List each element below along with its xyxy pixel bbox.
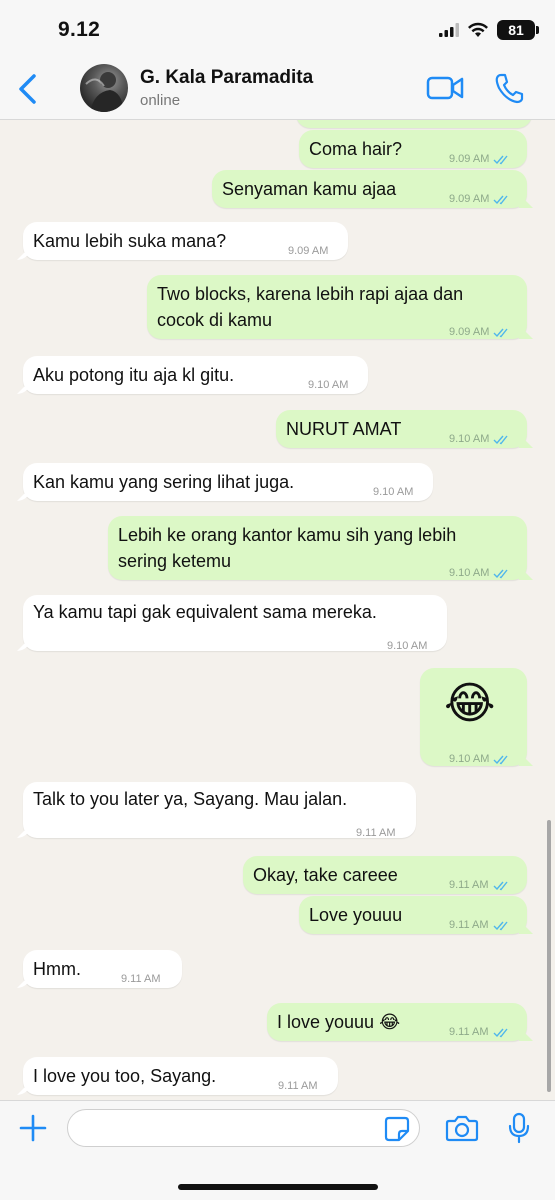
message-bubble-incoming[interactable]: Kamu lebih suka mana? 9.09 AM <box>23 222 348 260</box>
message-meta: 9.09 AM <box>288 238 328 264</box>
double-check-icon <box>493 881 508 890</box>
message-meta: 9.09 AM <box>449 146 511 172</box>
message-meta: 9.10 AM <box>308 372 348 398</box>
message-meta: 9.11 AM <box>449 1019 511 1045</box>
contact-name[interactable]: G. Kala Paramadita <box>140 67 313 89</box>
message-bubble-incoming[interactable]: Aku potong itu aja kl gitu. 9.10 AM <box>23 356 368 394</box>
status-time: 9.12 <box>58 18 101 41</box>
message-text: Talk to you later ya, Sayang. Mau jalan. <box>33 789 348 809</box>
avatar-photo <box>85 72 124 112</box>
message-meta: 9.11 AM <box>449 872 511 898</box>
home-indicator <box>178 1184 378 1190</box>
message-text: Senyaman kamu ajaa <box>222 179 397 199</box>
message-bubble-incoming[interactable]: Talk to you later ya, Sayang. Mau jalan.… <box>23 782 416 839</box>
message-meta: 9.11 AM <box>278 1073 318 1099</box>
message-bubble-outgoing[interactable]: I love youuu 😂 9.11 AM <box>267 1003 527 1041</box>
message-bubble-outgoing[interactable]: NURUT AMAT 9.10 AM <box>276 410 527 448</box>
message-text: I love youuu 😂 <box>277 1012 401 1032</box>
double-check-icon <box>493 435 508 444</box>
message-text: Hmm. <box>33 959 81 979</box>
double-check-icon <box>493 1028 508 1037</box>
double-check-icon <box>493 569 508 578</box>
chat-header: G. Kala Paramadita online <box>0 58 555 120</box>
wifi-icon <box>468 22 488 37</box>
video-camera-icon[interactable] <box>426 75 464 101</box>
message-bubble-outgoing[interactable]: Love youuu 9.11 AM <box>299 896 527 934</box>
message-time: 9.11 AM <box>278 1080 318 1092</box>
message-time: 9.11 AM <box>449 879 489 891</box>
contact-status: online <box>140 92 181 109</box>
message-bubble-outgoing[interactable]: Two blocks, karena lebih rapi ajaa dan c… <box>147 275 527 339</box>
double-check-icon <box>493 195 508 204</box>
status-icons: 81 <box>439 20 539 40</box>
message-meta: 9.10 AM <box>449 746 511 772</box>
double-check-icon <box>493 755 508 764</box>
message-bubble-incoming[interactable]: Hmm. 9.11 AM <box>23 950 182 988</box>
message-meta: 9.11 AM <box>356 820 396 846</box>
message-text: Love youuu <box>309 905 403 925</box>
message-bubble-incoming[interactable]: Kan kamu yang sering lihat juga. 9.10 AM <box>23 463 433 501</box>
message-text: Okay, take careee <box>253 865 398 885</box>
message-time: 9.10 AM <box>373 486 414 498</box>
message-text: Kamu lebih suka mana? <box>33 231 227 251</box>
message-meta: 9.11 AM <box>121 966 161 992</box>
message-bubble-partial[interactable] <box>296 120 532 128</box>
message-text: I love you too, Sayang. <box>33 1066 217 1086</box>
message-time: 9.09 AM <box>449 193 490 205</box>
battery-icon: 81 <box>497 20 539 40</box>
message-text: 😂 <box>444 679 496 728</box>
message-text: Aku potong itu aja kl gitu. <box>33 365 235 385</box>
microphone-icon[interactable] <box>508 1112 530 1144</box>
message-text: Kan kamu yang sering lihat juga. <box>33 472 295 492</box>
message-meta: 9.10 AM <box>449 560 511 586</box>
message-time: 9.10 AM <box>449 753 490 765</box>
message-time: 9.09 AM <box>449 153 490 165</box>
chevron-left-icon[interactable] <box>14 72 42 106</box>
message-text: Two blocks, karena lebih rapi ajaa dan c… <box>157 284 464 330</box>
double-check-icon <box>493 155 508 164</box>
chat-area[interactable]: Coma hair? 9.09 AM Senyaman kamu ajaa 9.… <box>0 120 555 1100</box>
message-meta: 9.11 AM <box>449 912 511 938</box>
message-meta: 9.10 AM <box>449 426 511 452</box>
message-input[interactable] <box>67 1109 420 1147</box>
double-check-icon <box>493 921 508 930</box>
message-meta: 9.10 AM <box>373 479 413 505</box>
message-bubble-incoming[interactable]: I love you too, Sayang. 9.11 AM <box>23 1057 338 1095</box>
message-meta: 9.09 AM <box>449 319 511 345</box>
message-bubble-outgoing[interactable]: 😂 9.10 AM <box>420 668 527 766</box>
message-time: 9.11 AM <box>121 973 161 985</box>
message-text: NURUT AMAT <box>286 419 402 439</box>
message-time: 9.10 AM <box>449 567 490 579</box>
message-time: 9.11 AM <box>449 1026 489 1038</box>
message-time: 9.09 AM <box>288 245 329 257</box>
camera-icon[interactable] <box>445 1114 479 1142</box>
message-text: Coma hair? <box>309 139 403 159</box>
message-time: 9.10 AM <box>449 433 490 445</box>
double-check-icon <box>493 328 508 337</box>
status-bar: 9.12 81 <box>0 0 555 58</box>
message-meta: 9.10 AM <box>387 633 427 659</box>
message-bubble-outgoing[interactable]: Senyaman kamu ajaa 9.09 AM <box>212 170 527 208</box>
message-time: 9.10 AM <box>387 640 428 652</box>
message-bubble-outgoing[interactable]: Lebih ke orang kantor kamu sih yang lebi… <box>108 516 527 580</box>
sticker-icon[interactable] <box>384 1116 410 1142</box>
message-time: 9.10 AM <box>308 379 349 391</box>
composer-bar <box>0 1100 555 1200</box>
plus-icon[interactable] <box>18 1113 48 1143</box>
message-bubble-incoming[interactable]: Ya kamu tapi gak equivalent sama mereka.… <box>23 595 447 652</box>
message-time: 9.11 AM <box>449 919 489 931</box>
phone-icon[interactable] <box>494 72 524 104</box>
message-time: 9.09 AM <box>449 326 490 338</box>
message-time: 9.11 AM <box>356 827 396 839</box>
message-meta: 9.09 AM <box>449 186 511 212</box>
signal-icon <box>439 23 459 37</box>
message-text: Lebih ke orang kantor kamu sih yang lebi… <box>118 525 457 571</box>
message-bubble-outgoing[interactable]: Okay, take careee 9.11 AM <box>243 856 527 894</box>
message-bubble-outgoing[interactable]: Coma hair? 9.09 AM <box>299 130 527 168</box>
message-text: Ya kamu tapi gak equivalent sama mereka. <box>33 602 377 622</box>
chat-scrollbar[interactable] <box>547 820 551 1092</box>
avatar[interactable] <box>80 64 128 112</box>
